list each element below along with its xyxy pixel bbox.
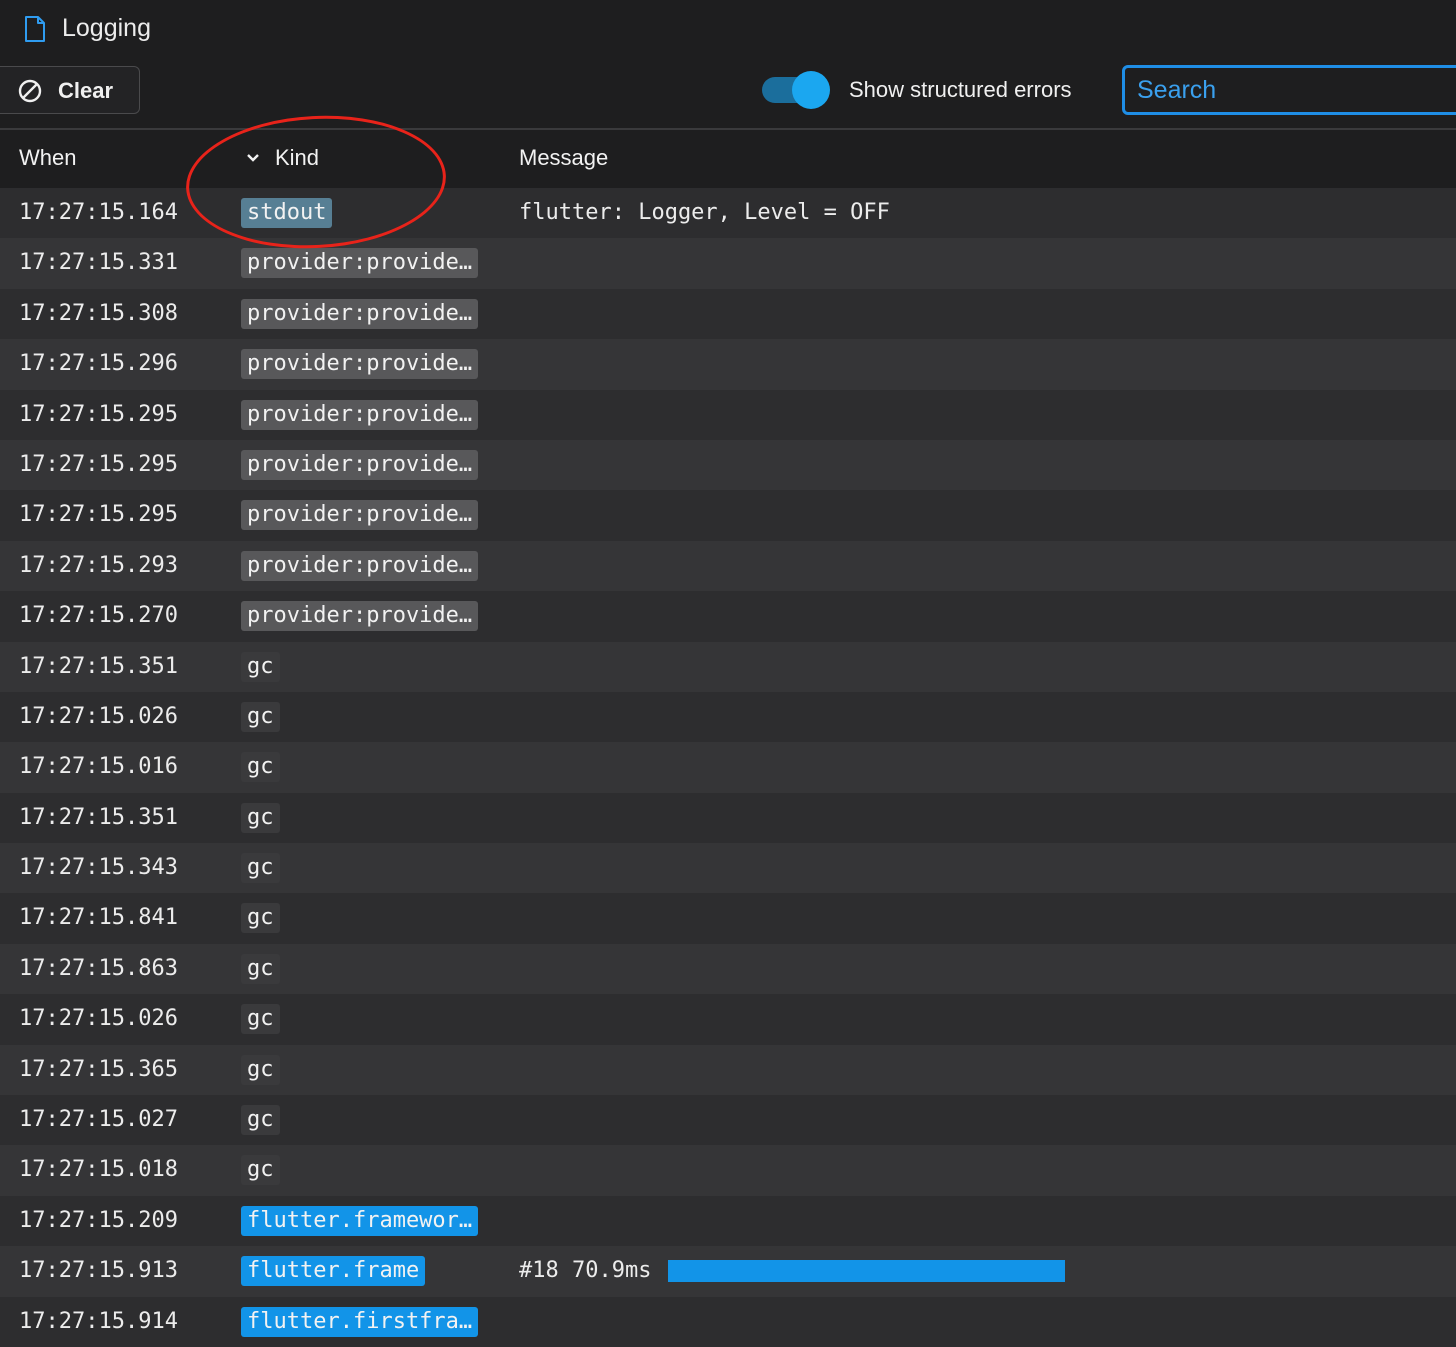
title-bar: Logging [0, 0, 1456, 60]
row-when: 17:27:15.351 [19, 804, 178, 830]
row-when: 17:27:15.018 [19, 1157, 178, 1183]
column-header-kind[interactable]: Kind [275, 145, 319, 171]
row-when: 17:27:15.308 [19, 300, 178, 326]
kind-chip: provider:provide… [241, 399, 479, 430]
log-table-body: 17:27:15.164 stdout flutter: Logger, Level… [0, 188, 1456, 1347]
table-row[interactable]: 17:27:15.209 flutter.framewor… [0, 1195, 1456, 1247]
structured-errors-toggle[interactable] [762, 71, 832, 109]
kind-chip: gc [241, 701, 280, 732]
row-when: 17:27:15.343 [19, 855, 178, 881]
kind-chip: gc [241, 802, 280, 833]
row-when: 17:27:15.164 [19, 200, 178, 225]
table-row[interactable]: 17:27:15.016 gc [0, 742, 1456, 793]
row-when: 17:27:15.293 [19, 552, 178, 578]
kind-chip: gc [241, 1054, 280, 1085]
kind-chip: flutter.firstfra… [241, 1306, 479, 1337]
file-icon [25, 16, 45, 42]
table-row[interactable]: 17:27:15.913 flutter.frame #18 70.9ms [0, 1246, 1456, 1297]
kind-chip: provider:provide… [241, 601, 479, 632]
table-row[interactable]: 17:27:15.295 provider:provide… [0, 439, 1456, 491]
row-when: 17:27:15.295 [19, 401, 178, 427]
page-title: Logging [62, 14, 151, 42]
table-row[interactable]: 17:27:15.841 gc [0, 893, 1456, 944]
table-row[interactable]: 17:27:15.863 gc [0, 943, 1456, 995]
table-row[interactable]: 17:27:15.308 provider:provide… [0, 288, 1456, 340]
search-input[interactable] [1122, 65, 1456, 115]
toolbar: Clear Show structured errors [0, 60, 1456, 130]
column-header-message[interactable]: Message [519, 145, 608, 171]
kind-chip: provider:provide… [241, 550, 479, 581]
toggle-knob [792, 71, 830, 109]
chevron-down-icon[interactable] [245, 152, 261, 164]
kind-chip: flutter.frame [241, 1256, 426, 1287]
table-row[interactable]: 17:27:15.295 provider:provide… [0, 490, 1456, 541]
table-row[interactable]: 17:27:15.293 provider:provide… [0, 540, 1456, 592]
table-row[interactable]: 17:27:15.331 provider:provide… [0, 238, 1456, 289]
table-row[interactable]: 17:27:15.018 gc [0, 1145, 1456, 1196]
column-header-when[interactable]: When [19, 145, 76, 171]
kind-chip: gc [241, 903, 280, 934]
table-row[interactable]: 17:27:15.270 provider:provide… [0, 591, 1456, 642]
row-when: 17:27:15.296 [19, 351, 178, 377]
table-row[interactable]: 17:27:15.295 provider:provide… [0, 389, 1456, 440]
table-row[interactable]: 17:27:15.365 gc [0, 1044, 1456, 1096]
row-message: flutter: Logger, Level = OFF [519, 200, 890, 225]
table-row[interactable]: 17:27:15.914 flutter.firstfra… [0, 1296, 1456, 1347]
frame-duration-bar [668, 1260, 1066, 1283]
kind-chip: provider:provide… [241, 298, 479, 329]
block-icon [18, 79, 42, 103]
kind-chip: flutter.framewor… [241, 1205, 479, 1236]
row-when: 17:27:15.331 [19, 250, 178, 276]
row-when: 17:27:15.365 [19, 1056, 178, 1082]
row-when: 17:27:15.026 [19, 703, 178, 729]
kind-chip: gc [241, 752, 280, 783]
kind-chip: gc [241, 1105, 280, 1136]
row-when: 17:27:15.295 [19, 502, 178, 528]
kind-chip: stdout [241, 198, 333, 228]
kind-chip: gc [241, 953, 280, 984]
clear-button-label: Clear [58, 78, 114, 103]
kind-chip: provider:provide… [241, 349, 479, 380]
kind-chip: provider:provide… [241, 500, 479, 531]
table-row[interactable]: 17:27:15.343 gc [0, 843, 1456, 894]
table-row[interactable]: 17:27:15.026 gc [0, 994, 1456, 1045]
table-header: When Kind Message [0, 130, 1456, 186]
table-row[interactable]: 17:27:15.026 gc [0, 691, 1456, 743]
row-when: 17:27:15.270 [19, 603, 178, 629]
table-row[interactable]: 17:27:15.351 gc [0, 792, 1456, 844]
kind-chip: gc [241, 1004, 280, 1035]
table-row[interactable]: 17:27:15.027 gc [0, 1095, 1456, 1146]
kind-chip: gc [241, 853, 280, 884]
kind-chip: gc [241, 1155, 280, 1186]
structured-errors-label: Show structured errors [849, 77, 1072, 102]
row-when: 17:27:15.295 [19, 451, 178, 477]
row-when: 17:27:15.027 [19, 1107, 178, 1133]
row-message: #18 70.9ms [519, 1258, 652, 1284]
table-row[interactable]: 17:27:15.164 stdout flutter: Logger, Level… [0, 188, 1456, 239]
row-when: 17:27:15.026 [19, 1006, 178, 1032]
row-when: 17:27:15.209 [19, 1207, 178, 1233]
table-row[interactable]: 17:27:15.296 provider:provide… [0, 339, 1456, 390]
kind-chip: provider:provide… [241, 449, 479, 480]
row-when: 17:27:15.914 [19, 1308, 178, 1334]
kind-chip: provider:provide… [241, 248, 479, 279]
row-when: 17:27:15.016 [19, 754, 178, 780]
row-when: 17:27:15.351 [19, 653, 178, 679]
table-row[interactable]: 17:27:15.351 gc [0, 641, 1456, 692]
kind-chip: gc [241, 651, 280, 682]
row-when: 17:27:15.913 [19, 1258, 178, 1284]
row-when: 17:27:15.863 [19, 955, 178, 981]
clear-button[interactable]: Clear [0, 66, 140, 114]
row-when: 17:27:15.841 [19, 905, 178, 931]
